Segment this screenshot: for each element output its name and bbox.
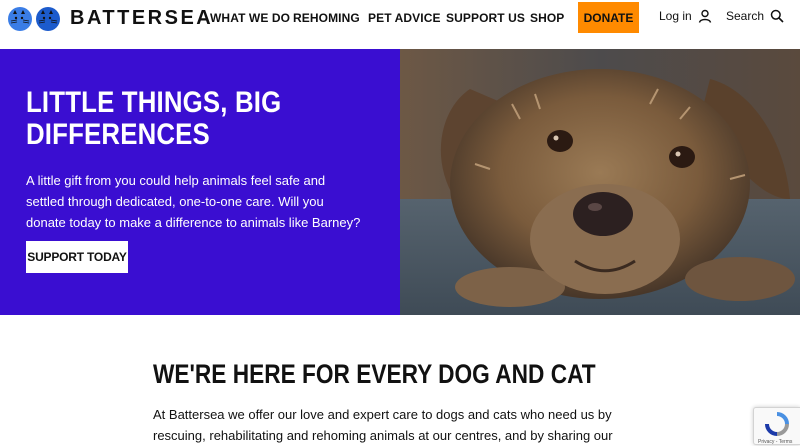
dog-photo <box>400 49 800 315</box>
user-icon <box>698 9 711 23</box>
section-body: At Battersea we offer our love and exper… <box>153 407 613 443</box>
search-icon <box>770 9 784 23</box>
nav-pet-advice[interactable]: PET ADVICE <box>368 11 441 25</box>
search-label: Search <box>726 9 765 23</box>
login-link[interactable]: Log in <box>659 9 712 23</box>
hero-title: LITTLE THINGS, BIG DIFFERENCES <box>26 86 282 151</box>
recaptcha-badge[interactable]: Privacy - Terms <box>753 407 800 445</box>
nav-shop[interactable]: SHOP <box>530 11 564 25</box>
recaptcha-icon <box>765 412 789 436</box>
login-label: Log in <box>659 9 692 23</box>
logo-text: BATTERSEA <box>70 6 214 29</box>
hero-body: A little gift from you could help animal… <box>26 173 361 230</box>
nav-rehoming[interactable]: REHOMING <box>293 11 360 25</box>
site-header: BATTERSEA WHAT WE DO REHOMING PET ADVICE… <box>0 0 800 36</box>
section-title: WE'RE HERE FOR EVERY DOG AND CAT <box>153 359 596 389</box>
donate-button[interactable]: DONATE <box>578 2 639 33</box>
support-today-button[interactable]: SUPPORT TODAY <box>26 241 128 273</box>
nav-what-we-do[interactable]: WHAT WE DO <box>210 11 290 25</box>
hero-banner: LITTLE THINGS, BIG DIFFERENCES A little … <box>0 49 800 315</box>
hero-panel: LITTLE THINGS, BIG DIFFERENCES A little … <box>0 49 400 315</box>
search-link[interactable]: Search <box>726 9 784 23</box>
cat-logo-icon <box>8 5 64 31</box>
battersea-logo[interactable]: BATTERSEA <box>8 5 213 31</box>
nav-support-us[interactable]: SUPPORT US <box>446 11 525 25</box>
recaptcha-label[interactable]: Privacy - Terms <box>758 439 792 445</box>
